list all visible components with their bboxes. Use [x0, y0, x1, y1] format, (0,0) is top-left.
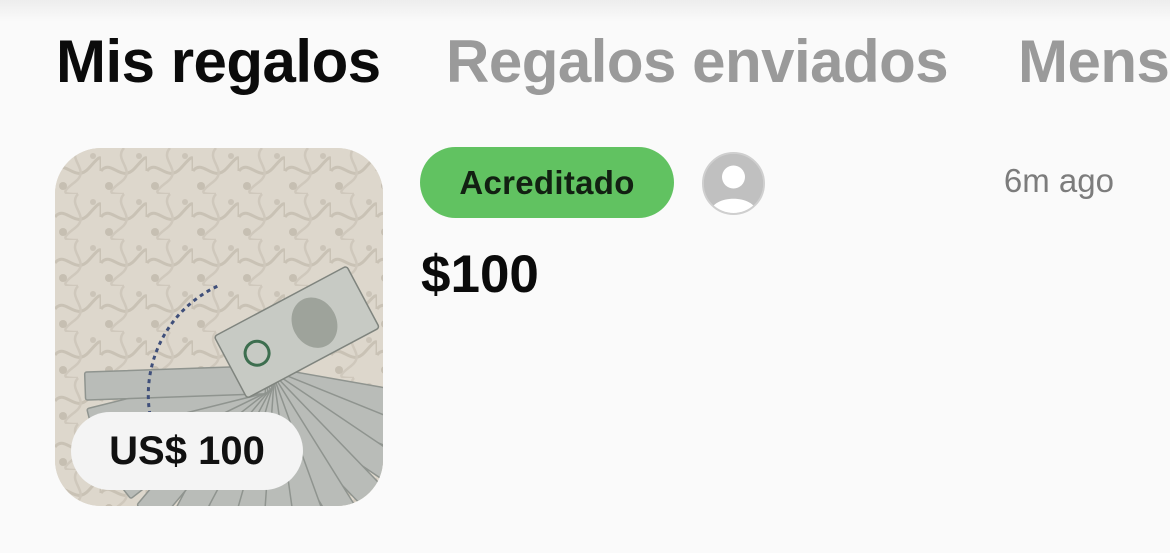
thumbnail-price-label: US$ 100: [71, 412, 303, 490]
tab-bar: Mis regalos Regalos enviados Mens: [0, 0, 1170, 120]
gift-thumbnail[interactable]: US$ 100: [55, 148, 383, 506]
person-placeholder-icon: [704, 154, 763, 213]
timestamp: 6m ago: [1003, 162, 1114, 199]
tab-regalos-enviados[interactable]: Regalos enviados: [446, 28, 949, 96]
tab-mis-regalos[interactable]: Mis regalos: [56, 28, 381, 96]
gift-amount: $100: [421, 245, 539, 304]
status-badge: Acreditado: [420, 147, 674, 218]
gift-list-item[interactable]: US$ 100 Acreditado 6m ago $100: [0, 140, 1170, 520]
tab-mensajes[interactable]: Mens: [1018, 28, 1170, 96]
avatar[interactable]: [702, 152, 765, 215]
